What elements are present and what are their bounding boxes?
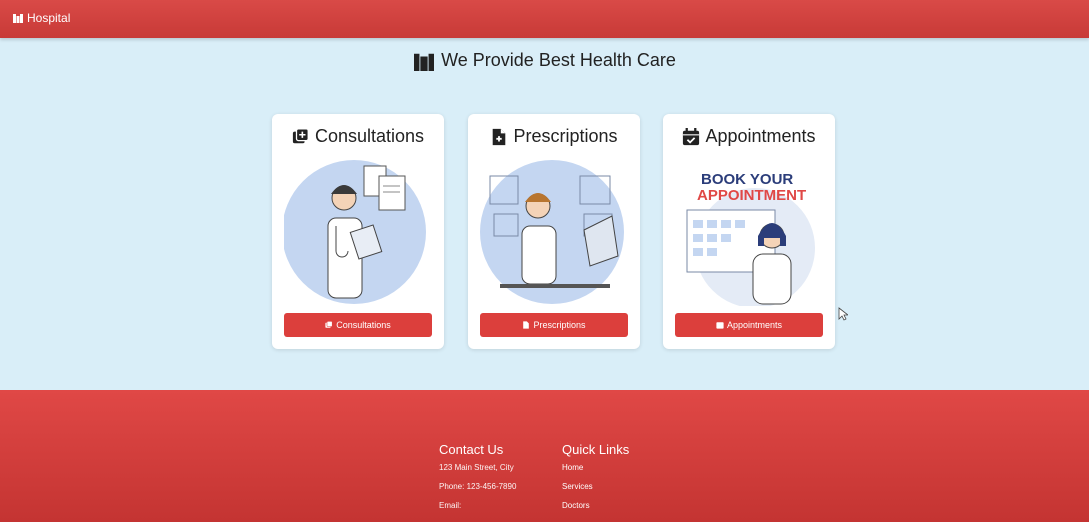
svg-text:BOOK YOUR: BOOK YOUR [701, 171, 793, 188]
footer-link-services[interactable]: Services [562, 482, 629, 491]
footer-link-doctors[interactable]: Doctors [562, 501, 629, 510]
hospital-icon [414, 53, 435, 71]
file-medical-icon [493, 128, 506, 145]
plus-square-icon [292, 127, 309, 143]
footer-heading: Quick Links [562, 442, 630, 457]
prescriptions-button[interactable]: Prescriptions [480, 313, 628, 337]
card-consultations: Consultations Consultations [272, 114, 444, 349]
page-title: We Provide Best Health Care [0, 50, 1089, 71]
card-title: Consultations [272, 126, 444, 147]
card-appointments: Appointments BOOK YOUR APPOINTMENT Appoi… [663, 114, 835, 349]
calendar-check-icon [683, 127, 700, 145]
svg-text:APPOINTMENT: APPOINTMENT [697, 187, 806, 204]
plus-square-icon [325, 321, 333, 328]
appointments-button[interactable]: Appointments [675, 313, 823, 337]
consultation-illustration [282, 156, 432, 306]
footer-address: 123 Main Street, City [439, 463, 514, 472]
page-title-text: We Provide Best Health Care [441, 50, 676, 70]
navbar: Hospital [0, 0, 1089, 38]
card-title-text: Appointments [705, 126, 816, 146]
button-label: Consultations [336, 320, 391, 330]
footer-link-home[interactable]: Home [562, 463, 629, 472]
card-title-text: Consultations [314, 126, 425, 146]
appointment-illustration: BOOK YOUR APPOINTMENT [675, 156, 823, 308]
button-label: Prescriptions [533, 320, 586, 330]
prescription-illustration [480, 156, 628, 306]
button-label: Appointments [726, 320, 783, 330]
card-prescriptions: Prescriptions Prescriptions [468, 114, 640, 349]
footer-quick-links: Quick Links Home Services Doctors [562, 442, 629, 520]
mouse-pointer-icon [838, 307, 848, 321]
brand-label: Hospital [27, 11, 71, 25]
card-title-text: Prescriptions [513, 126, 618, 146]
card-title: Prescriptions [468, 126, 640, 147]
footer-contact: Contact Us 123 Main Street, City Phone: … [439, 442, 516, 520]
footer: Contact Us 123 Main Street, City Phone: … [0, 390, 1089, 522]
card-title: Appointments [663, 126, 835, 147]
hospital-icon [13, 14, 23, 23]
consultations-button[interactable]: Consultations [284, 313, 432, 337]
footer-heading: Contact Us [439, 442, 504, 457]
brand-link[interactable]: Hospital [12, 11, 70, 25]
footer-phone: Phone: 123-456-7890 [439, 482, 517, 491]
file-medical-icon [523, 321, 530, 329]
footer-email: Email: [439, 501, 462, 510]
calendar-check-icon [716, 322, 724, 329]
